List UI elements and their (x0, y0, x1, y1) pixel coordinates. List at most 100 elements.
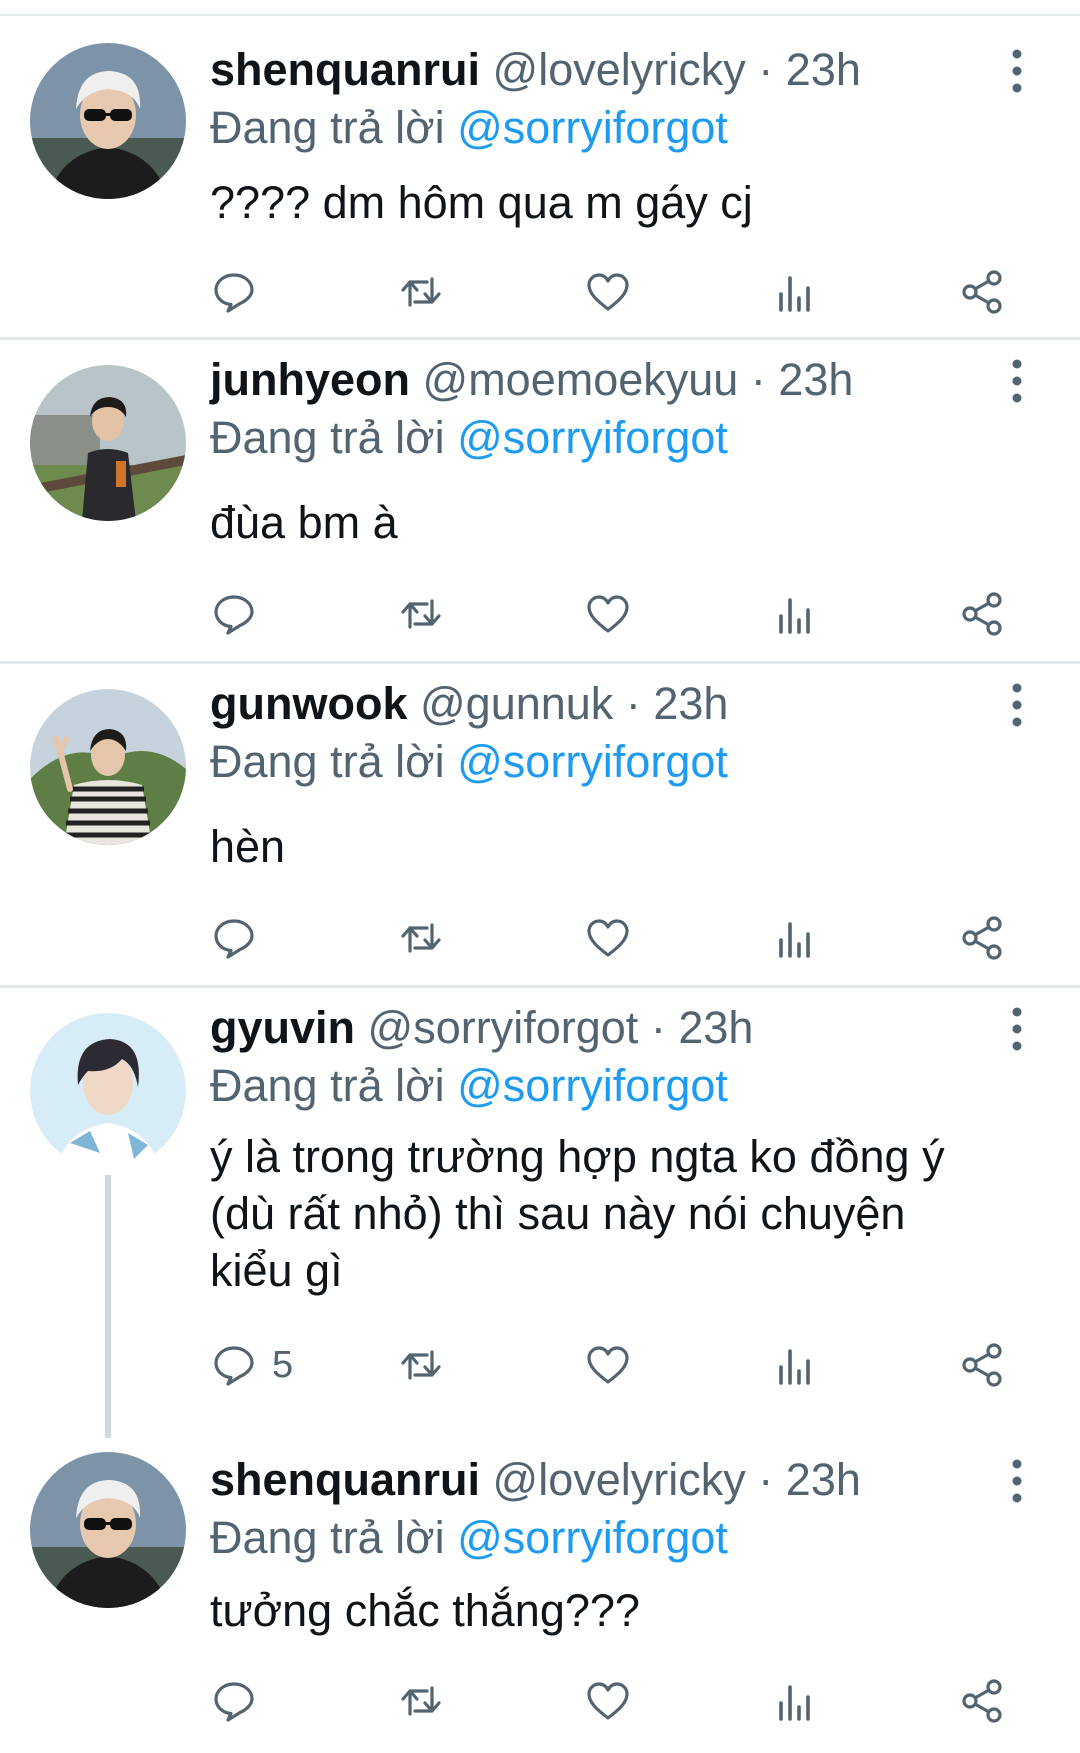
like-button[interactable] (584, 267, 632, 317)
replying-label: Đang trả lời (210, 1512, 445, 1563)
heart-icon (587, 919, 629, 957)
reply-icon (214, 1346, 254, 1386)
timestamp[interactable]: 23h (786, 44, 861, 95)
avatar[interactable] (30, 1013, 186, 1169)
reply-count: 5 (272, 1343, 294, 1386)
reply-button[interactable] (210, 267, 272, 317)
more-vertical-icon[interactable] (1002, 1456, 1032, 1506)
reply-tweet-4[interactable]: shenquanrui @lovelyricky · 23h Đang trả … (0, 1440, 1080, 1753)
heart-icon (587, 595, 629, 633)
separator-dot: · (758, 1454, 774, 1505)
views-icon (779, 598, 810, 634)
separator-dot: · (758, 44, 774, 95)
views-icon (779, 1685, 810, 1721)
more-vertical-icon[interactable] (1002, 1004, 1032, 1054)
more-vertical-icon[interactable] (1002, 356, 1032, 406)
user-handle[interactable]: @lovelyricky (493, 44, 746, 95)
reply-button[interactable]: 5 (210, 1340, 293, 1390)
reply-tweet-1[interactable]: junhyeon @moemoekyuu · 23h Đang trả lời … (0, 340, 1080, 664)
retweet-icon (401, 923, 441, 953)
tweet-text: ???? dm hôm qua m gáy cj (210, 177, 753, 228)
timestamp[interactable]: 23h (786, 1454, 861, 1505)
views-button[interactable] (771, 1676, 819, 1726)
views-icon (779, 276, 810, 312)
tweet-text: tưởng chắc thắng??? (210, 1585, 640, 1636)
timestamp[interactable]: 23h (778, 354, 853, 405)
avatar[interactable] (30, 43, 186, 199)
replying-to-link[interactable]: @sorryiforgot (457, 412, 728, 463)
thread-connector (105, 1175, 111, 1438)
views-button[interactable] (771, 267, 819, 317)
tweet-text: ý là trong trường hợp ngta ko đồng ý (dù… (210, 1131, 945, 1296)
display-name[interactable]: shenquanrui (210, 44, 480, 95)
like-button[interactable] (584, 913, 632, 963)
reply-tweet-3[interactable]: gyuvin @sorryiforgot · 23h Đang trả lời … (0, 988, 1080, 1439)
avatar[interactable] (30, 689, 186, 845)
retweet-icon (401, 277, 441, 307)
display-name[interactable]: gyuvin (210, 1002, 355, 1053)
user-handle[interactable]: @gunnuk (420, 678, 613, 729)
more-vertical-icon[interactable] (1002, 46, 1032, 96)
views-button[interactable] (771, 589, 819, 639)
views-icon (779, 1349, 810, 1385)
heart-icon (587, 1346, 629, 1384)
timestamp[interactable]: 23h (653, 678, 728, 729)
share-icon (962, 1679, 1002, 1723)
reply-icon (214, 273, 254, 313)
share-button[interactable] (958, 267, 1006, 317)
reply-icon (214, 919, 254, 959)
separator-dot: · (650, 1002, 666, 1053)
retweet-button[interactable] (397, 1340, 445, 1390)
views-button[interactable] (771, 1340, 819, 1390)
reply-tweet-0[interactable]: shenquanrui @lovelyricky · 23h Đang trả … (0, 0, 1080, 340)
tweet-text: hèn (210, 821, 286, 872)
retweet-button[interactable] (397, 267, 445, 317)
retweet-icon (401, 1350, 441, 1380)
reply-icon (214, 595, 254, 635)
replying-to-link[interactable]: @sorryiforgot (457, 736, 728, 787)
display-name[interactable]: gunwook (210, 678, 407, 729)
reply-button[interactable] (210, 1676, 272, 1726)
share-button[interactable] (958, 1676, 1006, 1726)
replying-label: Đang trả lời (210, 736, 445, 787)
user-handle[interactable]: @sorryiforgot (368, 1002, 639, 1053)
share-button[interactable] (958, 1340, 1006, 1390)
heart-icon (587, 273, 629, 311)
share-button[interactable] (958, 913, 1006, 963)
user-handle[interactable]: @moemoekyuu (423, 354, 739, 405)
replying-to-link[interactable]: @sorryiforgot (457, 1060, 728, 1111)
retweet-icon (401, 1686, 441, 1716)
separator-dot: · (625, 678, 641, 729)
display-name[interactable]: junhyeon (210, 354, 410, 405)
share-button[interactable] (958, 589, 1006, 639)
share-icon (962, 1343, 1002, 1387)
avatar[interactable] (30, 365, 186, 521)
share-icon (962, 270, 1002, 314)
reply-icon (214, 1682, 254, 1722)
retweet-button[interactable] (397, 589, 445, 639)
replying-label: Đang trả lời (210, 102, 445, 153)
like-button[interactable] (584, 1340, 632, 1390)
user-handle[interactable]: @lovelyricky (493, 1454, 746, 1505)
timestamp[interactable]: 23h (678, 1002, 753, 1053)
heart-icon (587, 1682, 629, 1720)
reply-button[interactable] (210, 589, 272, 639)
reply-tweet-2[interactable]: gunwook @gunnuk · 23h Đang trả lời @sorr… (0, 664, 1080, 988)
like-button[interactable] (584, 589, 632, 639)
retweet-button[interactable] (397, 1676, 445, 1726)
replying-to-link[interactable]: @sorryiforgot (457, 102, 728, 153)
more-vertical-icon[interactable] (1002, 680, 1032, 730)
retweet-button[interactable] (397, 913, 445, 963)
like-button[interactable] (584, 1676, 632, 1726)
share-icon (962, 916, 1002, 960)
separator-dot: · (750, 354, 766, 405)
replying-label: Đang trả lời (210, 1060, 445, 1111)
replying-to-link[interactable]: @sorryiforgot (457, 1512, 728, 1563)
views-button[interactable] (771, 913, 819, 963)
display-name[interactable]: shenquanrui (210, 1454, 480, 1505)
share-icon (962, 592, 1002, 636)
reply-button[interactable] (210, 913, 272, 963)
retweet-icon (401, 599, 441, 629)
avatar[interactable] (30, 1452, 186, 1608)
replying-label: Đang trả lời (210, 412, 445, 463)
